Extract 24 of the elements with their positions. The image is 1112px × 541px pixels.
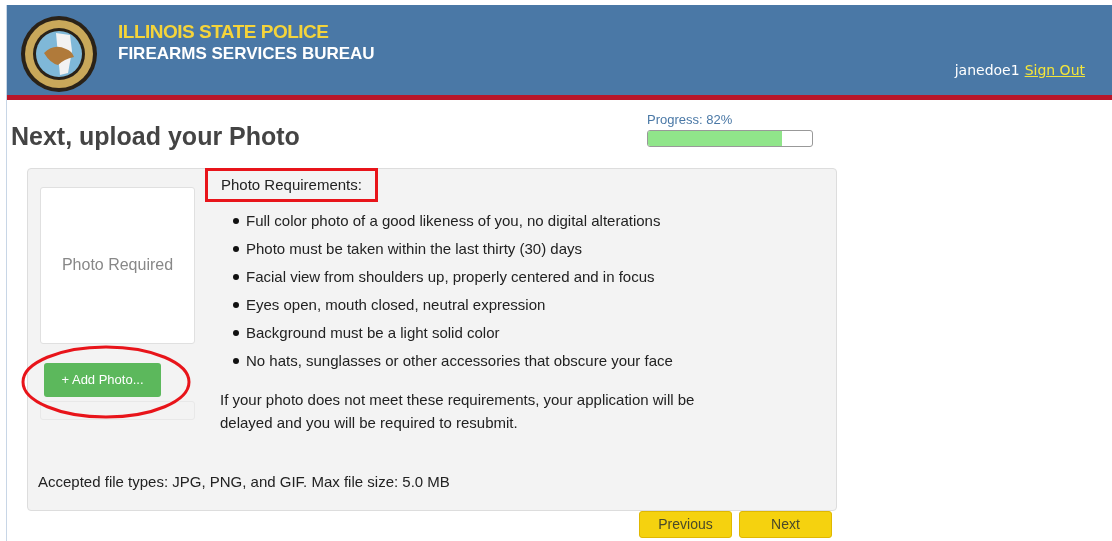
- requirement-text: No hats, sunglasses or other accessories that obscure your face: [246, 351, 673, 371]
- bullet-icon: [233, 274, 239, 280]
- bullet-icon: [233, 358, 239, 364]
- requirement-text: Background must be a light solid color: [246, 323, 500, 343]
- requirements-heading: Photo Requirements:: [205, 167, 378, 202]
- bullet-icon: [233, 218, 239, 224]
- requirement-text: Eyes open, mouth closed, neutral expression: [246, 295, 546, 315]
- nav-button[interactable]: Next: [739, 510, 832, 538]
- page-title: Next, upload your Photo: [11, 121, 301, 152]
- bullet-icon: [233, 246, 239, 252]
- bureau-title: FIREARMS SERVICES BUREAU: [118, 43, 375, 65]
- username: janedoe1: [954, 61, 1020, 80]
- accepted-file-types: Accepted file types: JPG, PNG, and GIF. Max file size: 5.0 MB: [38, 472, 451, 492]
- agency-title: ILLINOIS STATE POLICE: [118, 21, 330, 43]
- sign-out-link[interactable]: Sign Out: [1024, 60, 1085, 81]
- requirement-text: Facial view from shoulders up, properly centered and in focus: [246, 267, 655, 287]
- requirement-text: Full color photo of a good likeness of you, no digital alterations: [246, 211, 661, 231]
- bullet-icon: [233, 330, 239, 336]
- requirement-text: Photo must be taken within the last thirty (30) days: [246, 239, 582, 259]
- photo-frame: Photo Required: [40, 186, 195, 344]
- nav-button[interactable]: Previous: [639, 510, 732, 538]
- bullet-icon: [233, 302, 239, 308]
- progress-label: Progress: 82%: [647, 111, 734, 129]
- requirements-note: If your photo does not meet these requirements, your application will be delayed and you will be required to resubmit.: [220, 390, 696, 433]
